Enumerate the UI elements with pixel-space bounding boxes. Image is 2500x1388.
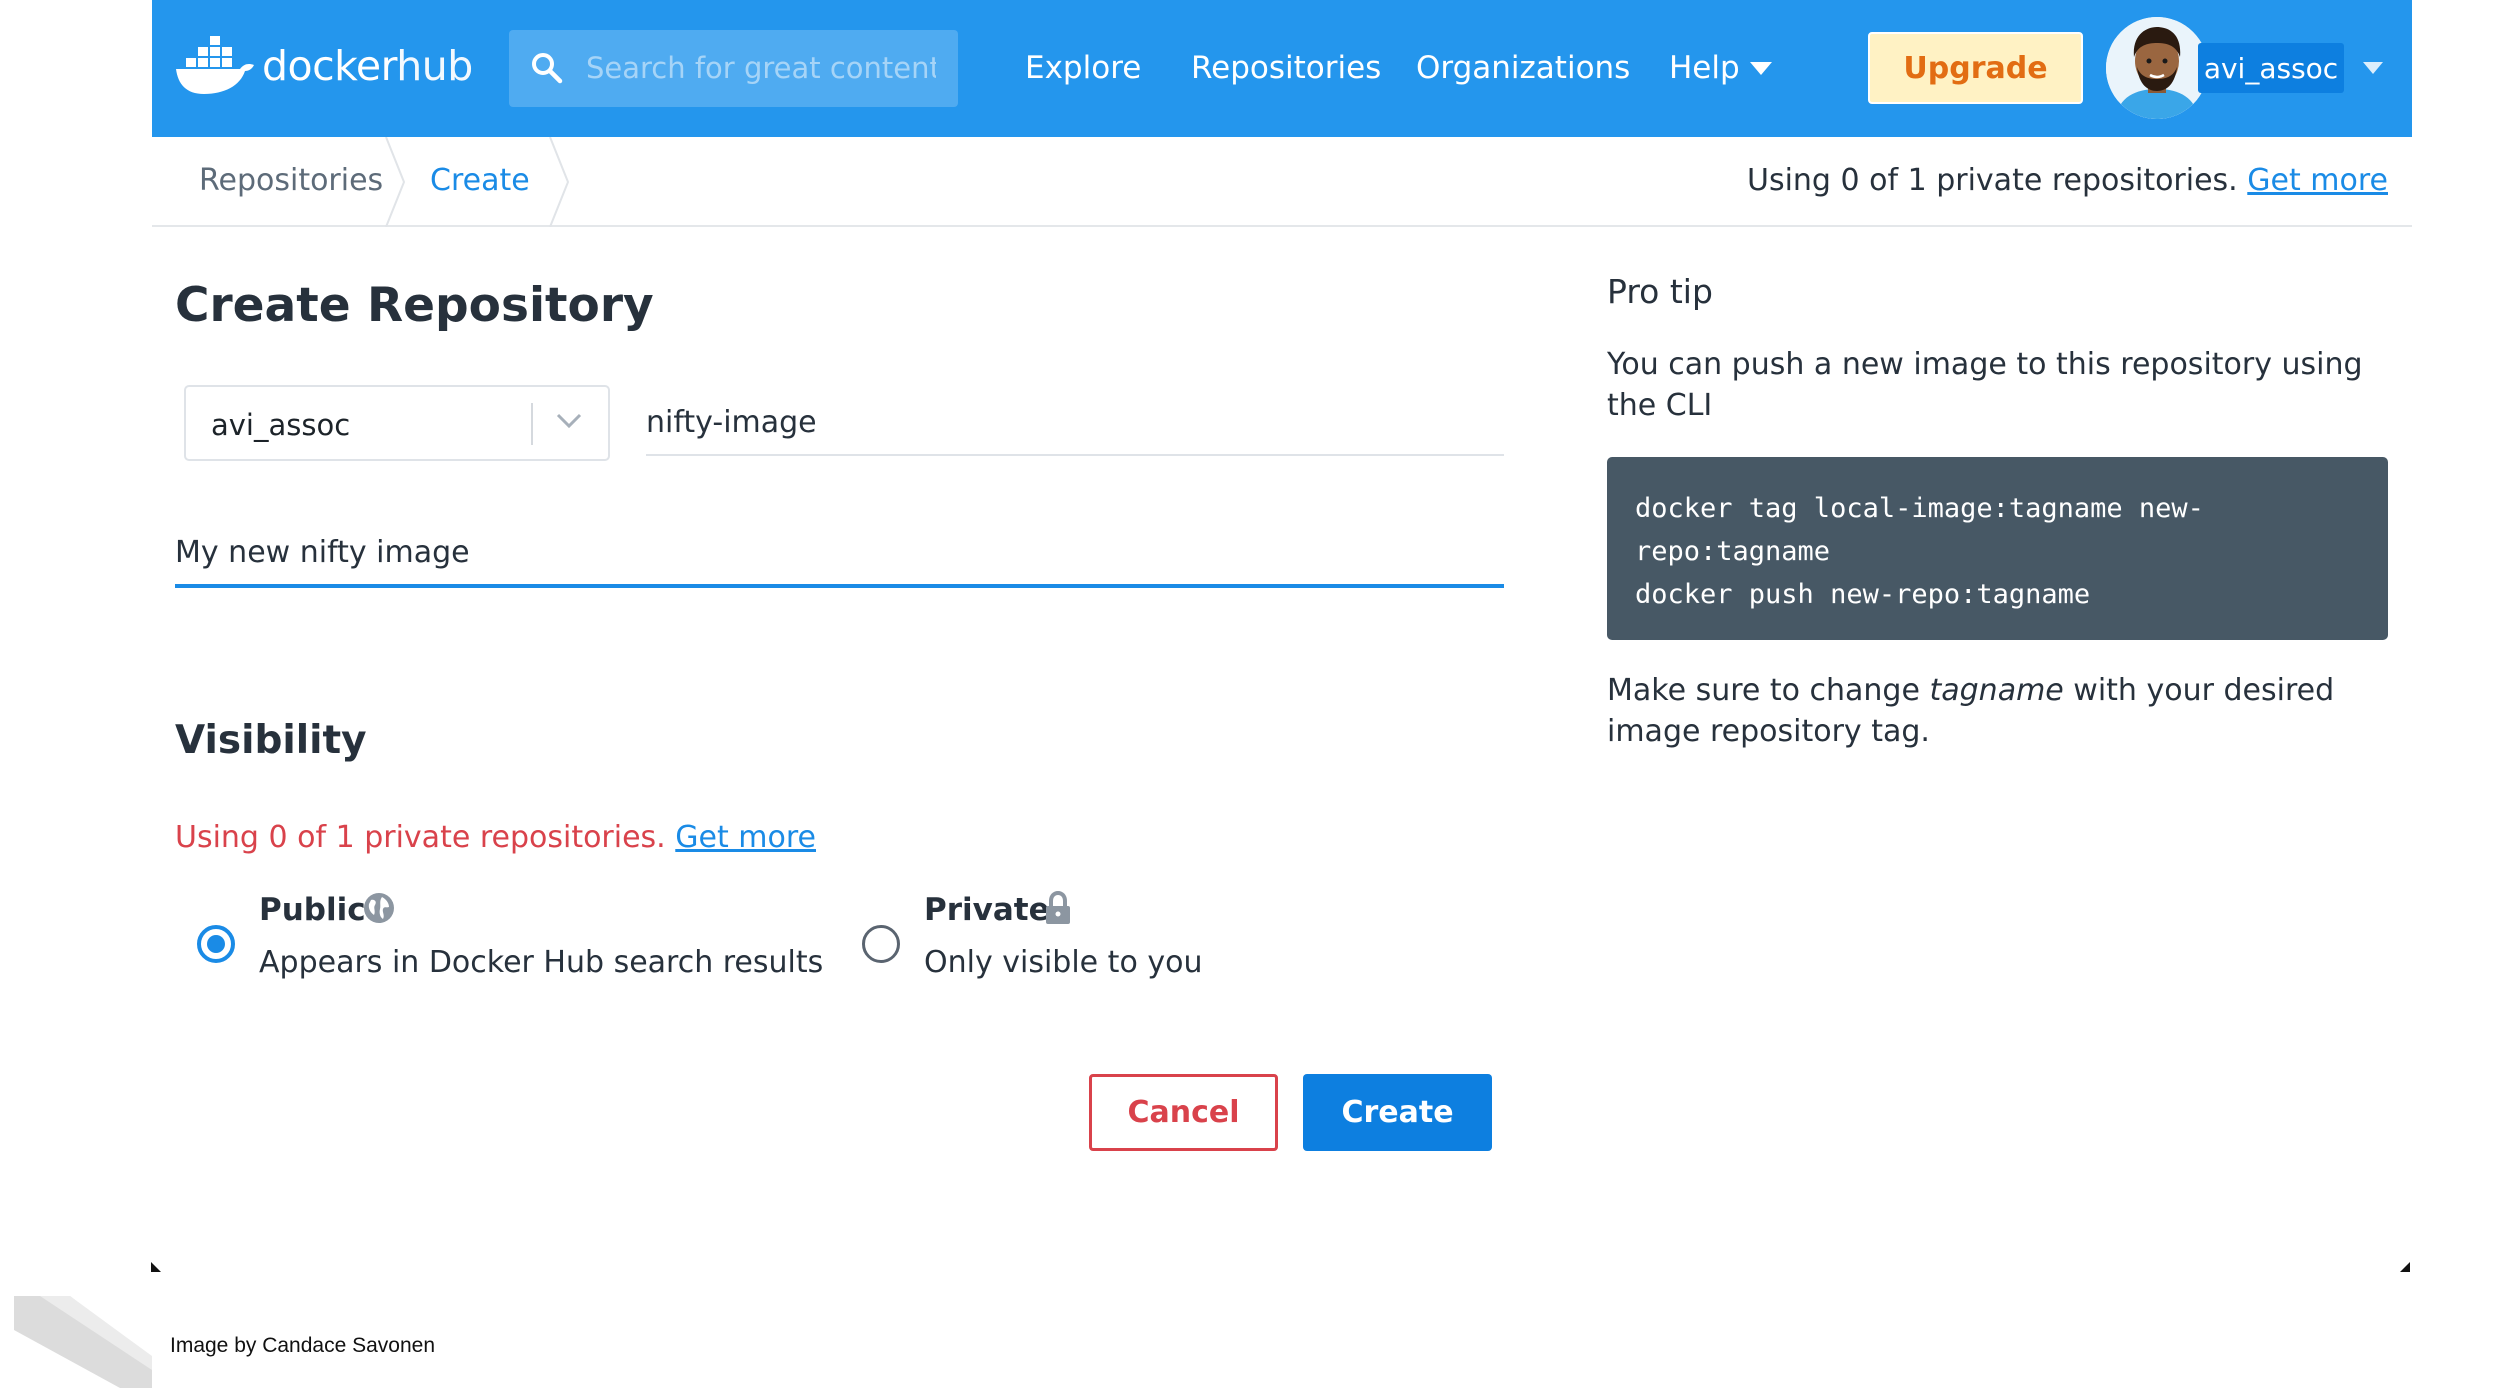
visibility-warning-text: Using 0 of 1 private repositories. xyxy=(175,820,666,855)
usage-text: Using 0 of 1 private repositories. xyxy=(1747,163,2238,198)
code-line: docker tag local-image:tagname new- xyxy=(1635,493,2204,524)
pro-tip-heading: Pro tip xyxy=(1607,272,1713,311)
namespace-select[interactable]: avi_assoc xyxy=(184,385,610,461)
decorative-stripes xyxy=(14,1296,152,1388)
public-option-title: Public xyxy=(259,892,366,928)
private-option-description: Only visible to you xyxy=(924,945,1203,980)
cancel-button[interactable]: Cancel xyxy=(1089,1074,1278,1151)
nav-repositories[interactable]: Repositories xyxy=(1191,50,1381,86)
public-option-description: Appears in Docker Hub search results xyxy=(259,945,824,980)
pro-tip-text: You can push a new image to this reposit… xyxy=(1607,347,2363,423)
globe-icon xyxy=(364,893,394,923)
user-menu-button[interactable]: avi_assoc xyxy=(2198,43,2344,93)
search-bar[interactable] xyxy=(509,30,958,107)
image-credit: Image by Candace Savonen xyxy=(170,1334,436,1357)
private-radio[interactable] xyxy=(862,925,900,963)
nav-explore[interactable]: Explore xyxy=(1025,50,1141,86)
public-radio[interactable] xyxy=(197,925,235,963)
breadcrumb: Repositories Create Using 0 of 1 private… xyxy=(152,137,2412,227)
note-emphasis: tagname xyxy=(1929,673,2064,708)
docker-hub-logo[interactable]: dockerhub xyxy=(174,36,473,96)
upgrade-button[interactable]: Upgrade xyxy=(1868,32,2083,104)
repository-name-input[interactable] xyxy=(646,390,1504,456)
search-input[interactable] xyxy=(586,46,936,90)
search-icon xyxy=(532,53,563,84)
namespace-value: avi_assoc xyxy=(211,408,351,442)
cli-code-block: docker tag local-image:tagname new- repo… xyxy=(1607,457,2388,640)
pro-tip-note: Make sure to change tagname with your de… xyxy=(1607,670,2407,752)
user-caret-down-icon[interactable] xyxy=(2363,62,2383,74)
breadcrumb-create[interactable]: Create xyxy=(430,163,530,198)
breadcrumb-repositories[interactable]: Repositories xyxy=(199,163,383,198)
get-more-link[interactable]: Get more xyxy=(2247,163,2388,198)
avatar[interactable] xyxy=(2106,17,2208,119)
create-button[interactable]: Create xyxy=(1303,1074,1492,1151)
breadcrumb-separator xyxy=(549,137,570,227)
breadcrumb-separator xyxy=(385,137,406,227)
visibility-get-more-link[interactable]: Get more xyxy=(675,820,816,855)
private-repo-usage: Using 0 of 1 private repositories. Get m… xyxy=(1747,163,2388,198)
select-divider xyxy=(531,403,533,445)
code-line: docker push new-repo:tagname xyxy=(1635,579,2091,610)
private-option-title: Private xyxy=(924,892,1050,928)
chevron-down-icon[interactable] xyxy=(556,413,582,429)
page-title: Create Repository xyxy=(175,278,654,333)
docker-whale-icon xyxy=(176,36,254,94)
nav-organizations[interactable]: Organizations xyxy=(1416,50,1630,86)
lock-icon xyxy=(1046,891,1070,924)
frame-corner-marker xyxy=(151,1262,161,1272)
visibility-usage-warning: Using 0 of 1 private repositories. Get m… xyxy=(175,820,816,855)
logo-text: dockerhub xyxy=(262,42,473,90)
frame-corner-marker xyxy=(2400,1262,2410,1272)
visibility-heading: Visibility xyxy=(175,718,367,763)
description-input[interactable] xyxy=(175,520,1504,588)
user-avatar-icon xyxy=(2106,17,2208,119)
help-caret-down-icon[interactable] xyxy=(1750,62,1772,75)
note-text: Make sure to change xyxy=(1607,673,1930,708)
code-line: repo:tagname xyxy=(1635,536,1831,567)
top-navbar: dockerhub Explore Repositories Organizat… xyxy=(152,0,2412,137)
nav-help[interactable]: Help xyxy=(1669,50,1740,86)
